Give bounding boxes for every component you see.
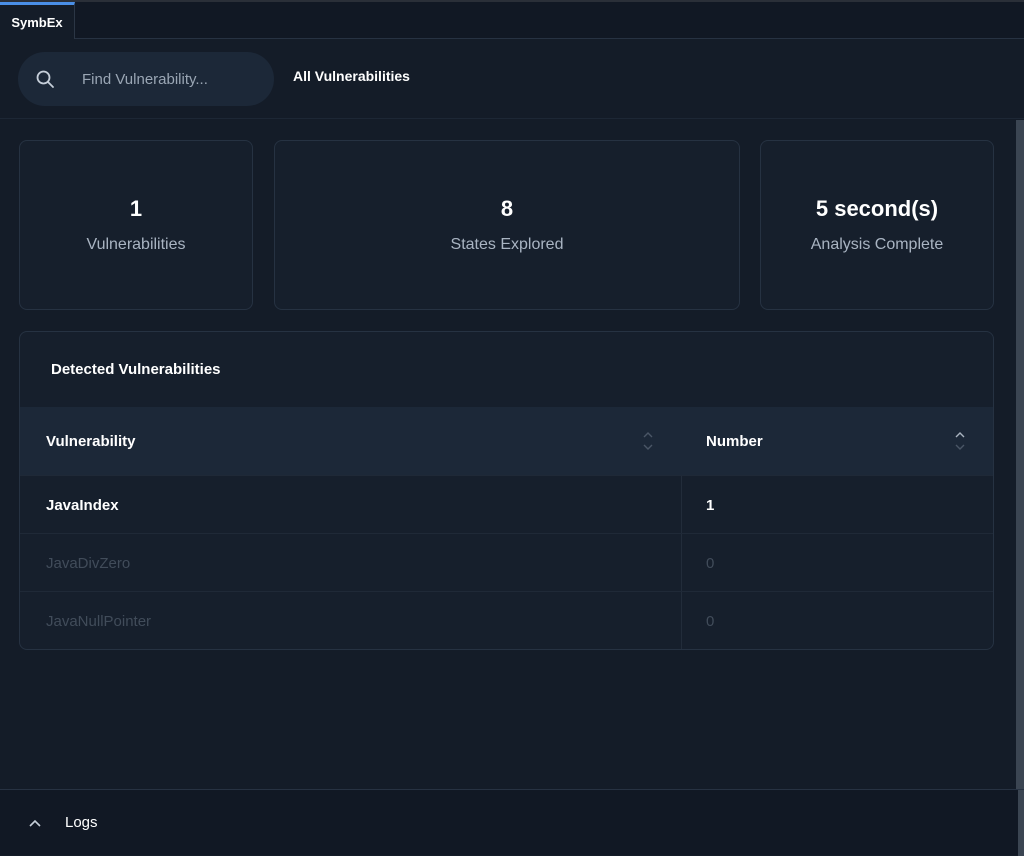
logs-panel: Logs bbox=[0, 789, 1024, 856]
table-header: Vulnerability Number bbox=[20, 407, 993, 475]
sort-icon[interactable] bbox=[642, 429, 654, 453]
cell-vulnerability: JavaDivZero bbox=[46, 554, 131, 572]
column-divider bbox=[681, 476, 682, 534]
stat-value: 5 second(s) bbox=[815, 196, 939, 221]
filter-label[interactable]: All Vulnerabilities bbox=[293, 68, 410, 84]
cell-number: 0 bbox=[706, 554, 715, 572]
sort-icon[interactable] bbox=[954, 429, 966, 453]
stat-label: Vulnerabilities bbox=[86, 236, 186, 253]
stat-value: 1 bbox=[129, 196, 143, 221]
column-divider bbox=[681, 534, 682, 592]
search-box[interactable] bbox=[18, 52, 274, 106]
tab-symbex[interactable]: SymbEx bbox=[0, 2, 75, 39]
cell-vulnerability: JavaIndex bbox=[46, 496, 119, 514]
main-content: 1 Vulnerabilities 8 States Explored 5 se… bbox=[0, 120, 1024, 789]
scrollbar-thumb[interactable] bbox=[1016, 120, 1024, 789]
column-divider bbox=[681, 592, 682, 649]
table-title: Detected Vulnerabilities bbox=[51, 361, 221, 378]
search-icon bbox=[36, 70, 54, 88]
stat-label: Analysis Complete bbox=[810, 236, 944, 253]
stat-label: States Explored bbox=[450, 236, 564, 253]
vulnerabilities-table-card: Detected Vulnerabilities Vulnerability N… bbox=[19, 331, 994, 650]
logs-toggle[interactable]: Logs bbox=[0, 790, 1018, 856]
cell-number: 0 bbox=[706, 612, 715, 630]
search-input[interactable] bbox=[80, 52, 260, 106]
logs-scrollbar[interactable] bbox=[1018, 790, 1024, 856]
chevron-up-icon bbox=[29, 819, 41, 827]
stat-card-states-explored: 8 States Explored bbox=[274, 140, 740, 310]
header-toolbar: All Vulnerabilities bbox=[0, 39, 1024, 119]
stat-value: 8 bbox=[500, 196, 514, 221]
cell-vulnerability: JavaNullPointer bbox=[46, 612, 152, 630]
table-row[interactable]: JavaIndex 1 bbox=[20, 475, 993, 534]
table-row[interactable]: JavaNullPointer 0 bbox=[20, 591, 993, 649]
column-header-number[interactable]: Number bbox=[706, 407, 763, 475]
stat-card-analysis-time: 5 second(s) Analysis Complete bbox=[760, 140, 994, 310]
logs-label: Logs bbox=[65, 814, 98, 831]
cell-number: 1 bbox=[706, 496, 715, 514]
tab-bar: SymbEx bbox=[0, 0, 1024, 39]
column-header-vulnerability[interactable]: Vulnerability bbox=[46, 407, 135, 475]
main-scrollbar[interactable] bbox=[1016, 120, 1024, 789]
stat-card-vulnerabilities: 1 Vulnerabilities bbox=[19, 140, 253, 310]
table-row[interactable]: JavaDivZero 0 bbox=[20, 533, 993, 592]
